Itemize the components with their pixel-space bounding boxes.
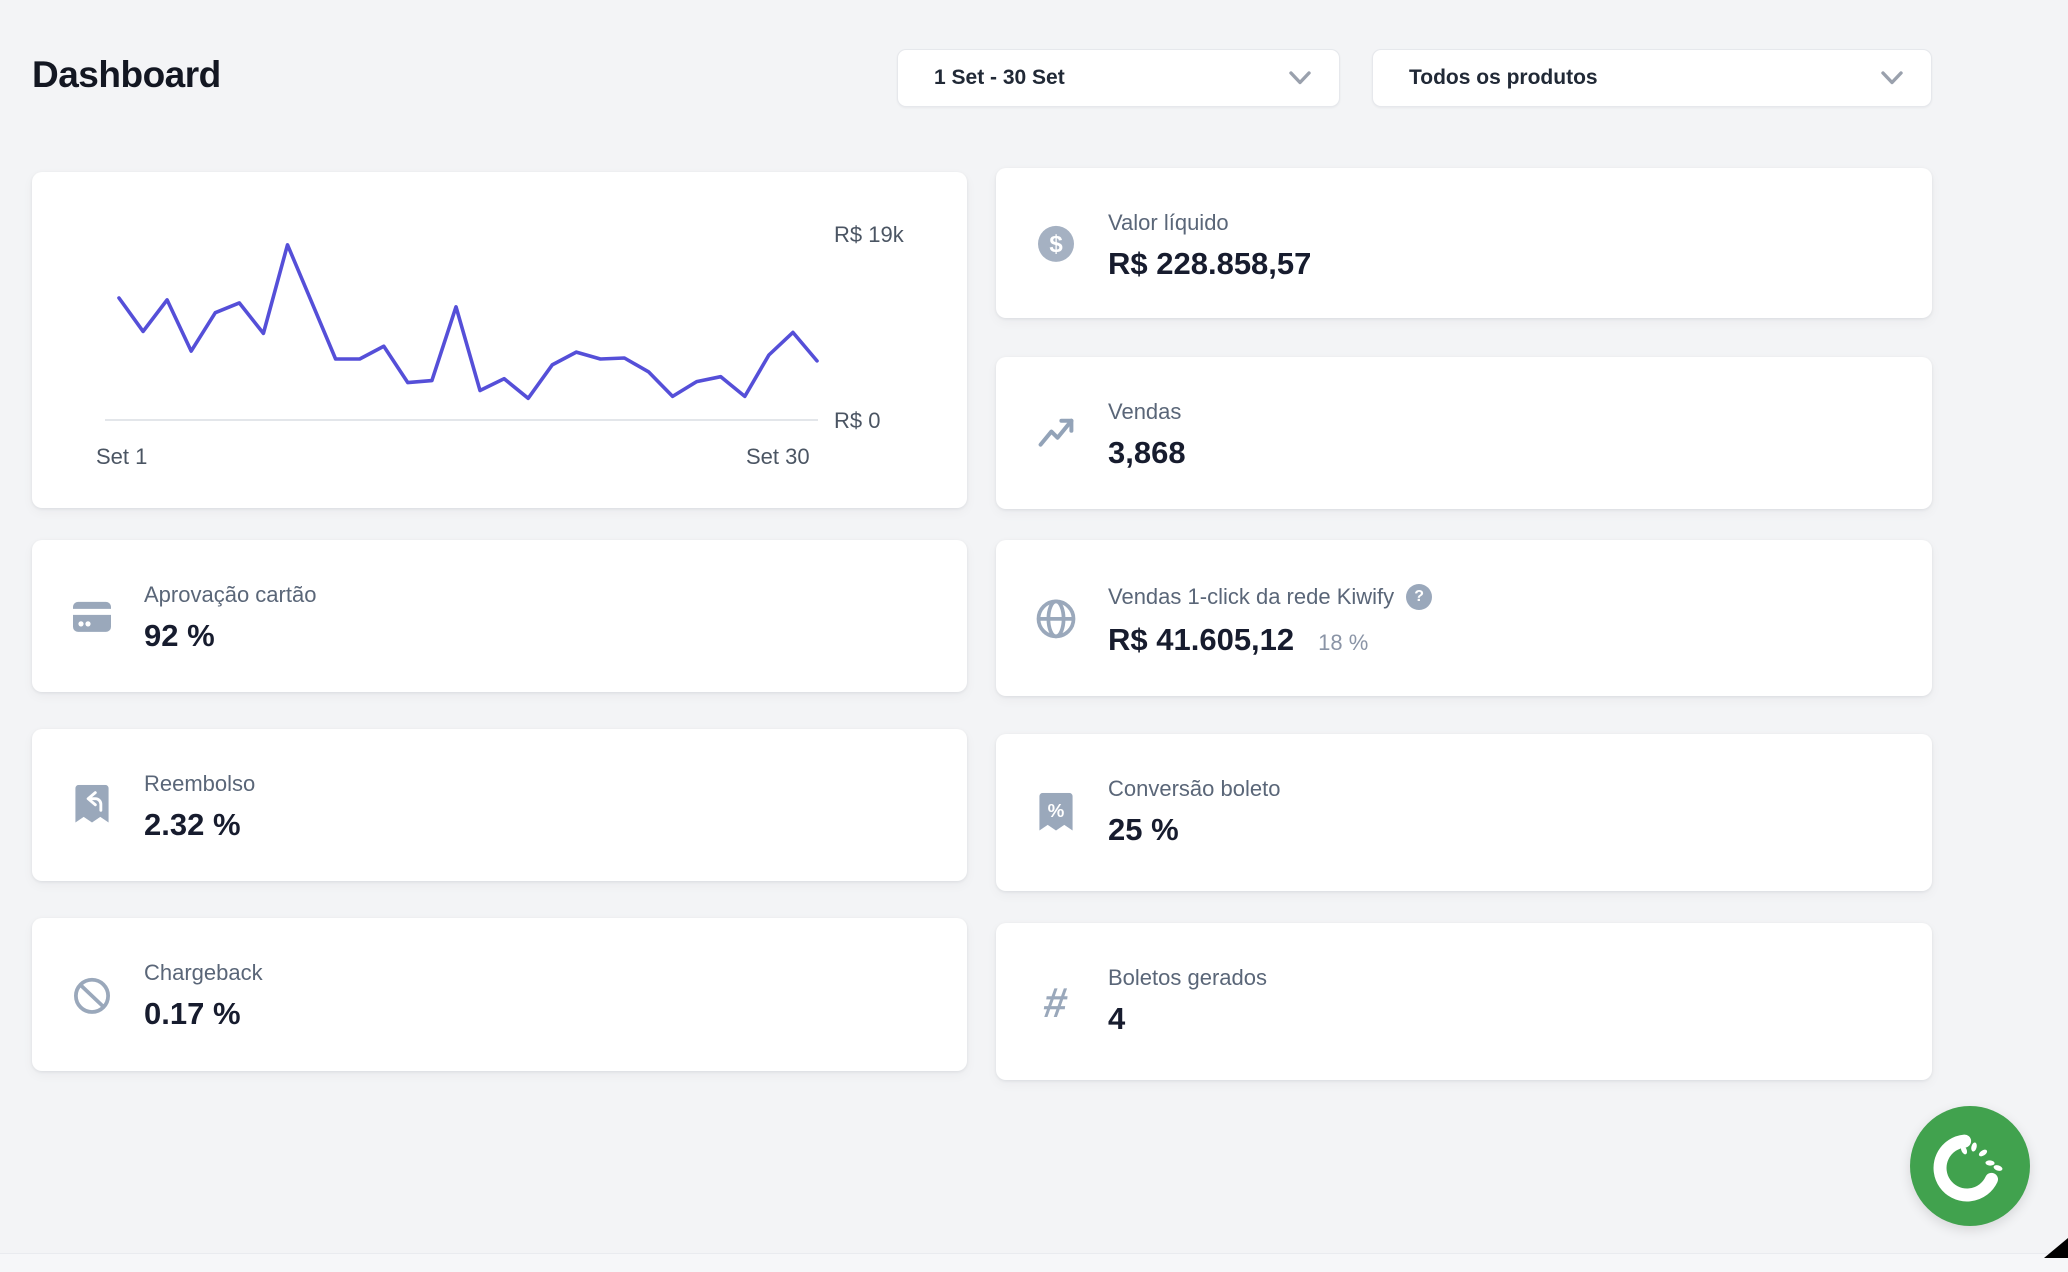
- date-range-value: 1 Set - 30 Set: [934, 66, 1065, 90]
- bottom-edge-strip: [0, 1253, 2068, 1272]
- stat-value: 0.17 %: [144, 996, 241, 1032]
- hash-icon: #: [1034, 980, 1078, 1024]
- product-filter-value: Todos os produtos: [1409, 66, 1598, 90]
- product-filter-dropdown[interactable]: Todos os produtos: [1372, 49, 1932, 107]
- chevron-down-icon: [1881, 71, 1903, 85]
- stat-card-chargeback: Chargeback 0.17 %: [32, 918, 967, 1071]
- stat-card-reembolso: Reembolso 2.32 %: [32, 729, 967, 881]
- dollar-glyph: $: [1049, 231, 1063, 258]
- trending-up-icon: [1034, 412, 1078, 456]
- revenue-polyline: [119, 245, 817, 398]
- stat-label: Boletos gerados: [1108, 965, 1267, 991]
- stat-value: 25 %: [1108, 812, 1179, 848]
- stat-card-vendas: Vendas 3,868: [996, 357, 1932, 509]
- stat-card-boletos-gerados: # Boletos gerados 4: [996, 923, 1932, 1080]
- page-title: Dashboard: [32, 54, 221, 96]
- globe-icon: [1034, 597, 1078, 641]
- date-range-dropdown[interactable]: 1 Set - 30 Set: [897, 49, 1340, 107]
- stat-label: Reembolso: [144, 771, 255, 797]
- stat-value: 4: [1108, 1001, 1125, 1037]
- credit-card-icon: [70, 595, 114, 639]
- y-axis-min-label: R$ 0: [834, 408, 880, 434]
- stat-card-valor-liquido: $ Valor líquido R$ 228.858,57: [996, 168, 1932, 318]
- question-circle-icon[interactable]: ?: [1406, 584, 1432, 610]
- stat-label: Valor líquido: [1108, 210, 1229, 236]
- stat-label: Vendas 1-click da rede Kiwify: [1108, 584, 1394, 610]
- stat-value: 92 %: [144, 618, 215, 654]
- chevron-down-icon: [1289, 71, 1311, 85]
- x-axis-start-label: Set 1: [96, 444, 147, 470]
- revenue-line-chart: [32, 172, 967, 508]
- stat-card-vendas-1click: Vendas 1-click da rede Kiwify ? R$ 41.60…: [996, 540, 1932, 696]
- hash-glyph: #: [1041, 981, 1070, 1023]
- stat-label: Vendas: [1108, 399, 1181, 425]
- stat-value: R$ 41.605,12: [1108, 622, 1294, 658]
- stat-card-conversao-boleto: % Conversão boleto 25 %: [996, 734, 1932, 891]
- dollar-circle-icon: $: [1034, 222, 1078, 266]
- stat-label: Aprovação cartão: [144, 582, 316, 608]
- percent-glyph: %: [1048, 800, 1065, 821]
- stat-value: 3,868: [1108, 435, 1186, 471]
- ban-icon: [70, 973, 114, 1017]
- percent-receipt-icon: %: [1034, 791, 1078, 835]
- stat-value: R$ 228.858,57: [1108, 246, 1311, 282]
- revenue-chart-card: R$ 19k R$ 0 Set 1 Set 30: [32, 172, 967, 508]
- stat-label: Conversão boleto: [1108, 776, 1280, 802]
- x-axis-end-label: Set 30: [746, 444, 810, 470]
- refund-receipt-icon: [70, 784, 114, 828]
- question-glyph: ?: [1414, 588, 1424, 606]
- y-axis-max-label: R$ 19k: [834, 222, 904, 248]
- stat-extra-percent: 18 %: [1318, 630, 1368, 656]
- kiwify-logo-button[interactable]: [1910, 1106, 2030, 1226]
- kiwify-kiwi-icon: [1910, 1106, 2030, 1226]
- stat-value: 2.32 %: [144, 807, 241, 843]
- stat-card-aprovacao-cartao: Aprovação cartão 92 %: [32, 540, 967, 692]
- stat-label: Chargeback: [144, 960, 263, 986]
